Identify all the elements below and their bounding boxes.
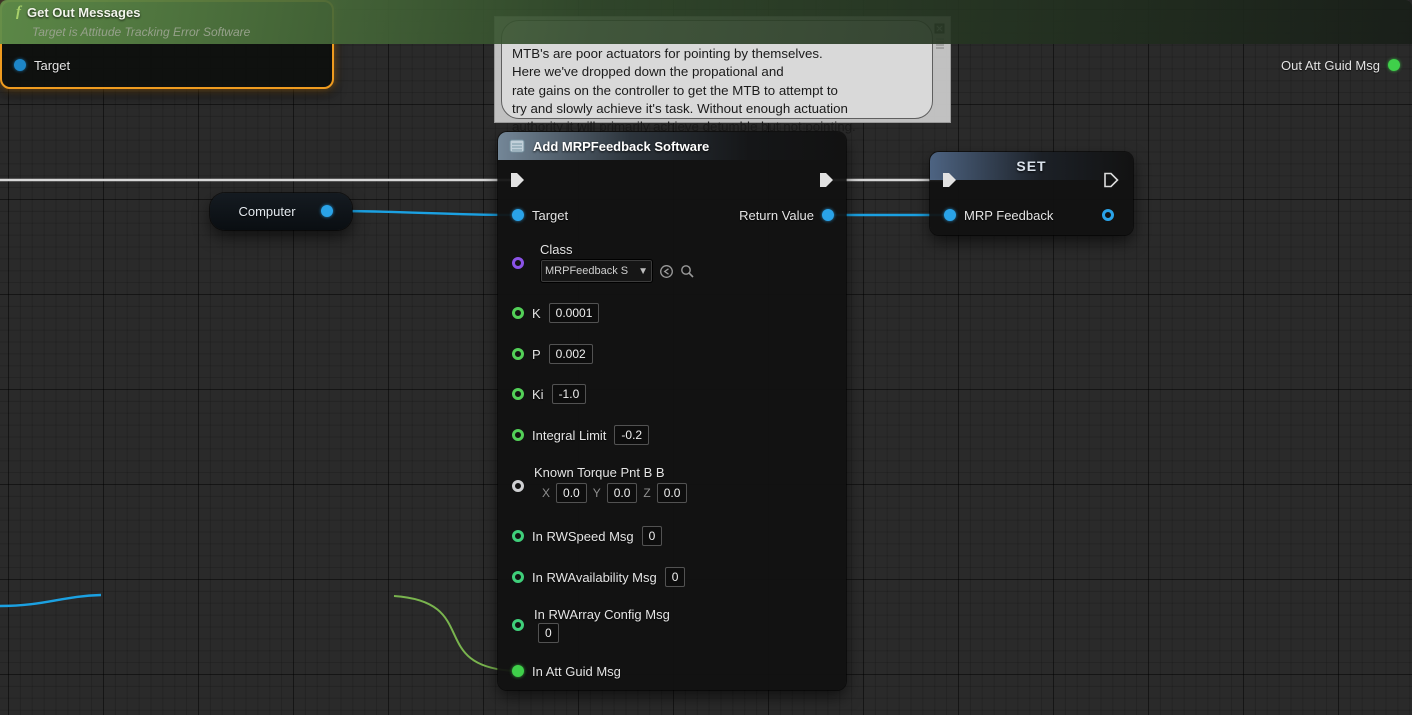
att-guid-label: In Att Guid Msg: [532, 664, 621, 679]
computer-output-pin[interactable]: [321, 205, 333, 217]
blueprint-graph-canvas[interactable]: MTB's are poor actuators for pointing by…: [0, 0, 1412, 715]
out-att-guid-label: Out Att Guid Msg: [1281, 58, 1380, 73]
att-guid-pin[interactable]: [512, 665, 524, 677]
rwspeed-label: In RWSpeed Msg: [532, 529, 634, 544]
get-target-pin[interactable]: [14, 59, 26, 71]
get-node-subtitle: Target is Attitude Tracking Error Softwa…: [32, 25, 250, 39]
add-mrpfeedback-node[interactable]: Add MRPFeedback Software Target Return V…: [498, 132, 846, 690]
chevron-down-icon: ▼: [638, 266, 648, 277]
pure-function-icon: f: [16, 4, 21, 21]
set-node[interactable]: SET MRP Feedback: [930, 152, 1133, 235]
class-pin[interactable]: [512, 257, 524, 269]
k-input[interactable]: 0.0001: [549, 303, 600, 323]
k-label: K: [532, 306, 541, 321]
torque-x-label: X: [542, 486, 550, 500]
set-exec-out-pin[interactable]: [1103, 172, 1119, 188]
ki-pin[interactable]: [512, 388, 524, 400]
add-node-title: Add MRPFeedback Software: [533, 139, 709, 154]
rwarray-config-pin[interactable]: [512, 619, 524, 631]
known-torque-pin[interactable]: [512, 480, 524, 492]
set-input-pin[interactable]: [944, 209, 956, 221]
set-node-title: SET: [1016, 158, 1046, 174]
rwavailability-input[interactable]: 0: [665, 567, 686, 587]
use-selected-asset-icon[interactable]: [659, 264, 674, 279]
integral-limit-label: Integral Limit: [532, 428, 606, 443]
exec-out-pin[interactable]: [818, 172, 834, 188]
computer-to-target-wire[interactable]: [331, 211, 515, 215]
torque-z-input[interactable]: 0.0: [657, 483, 688, 503]
get-node-title: Get Out Messages: [27, 5, 140, 20]
set-output-pin[interactable]: [1102, 209, 1114, 221]
ki-input[interactable]: -1.0: [552, 384, 587, 404]
computer-node-label: Computer: [210, 193, 324, 230]
p-pin[interactable]: [512, 348, 524, 360]
torque-z-label: Z: [643, 486, 650, 500]
k-pin[interactable]: [512, 307, 524, 319]
p-label: P: [532, 347, 541, 362]
out-att-guid-pin[interactable]: [1388, 59, 1400, 71]
integral-limit-pin[interactable]: [512, 429, 524, 441]
add-node-header[interactable]: Add MRPFeedback Software: [498, 132, 846, 160]
torque-y-label: Y: [593, 486, 601, 500]
integral-limit-input[interactable]: -0.2: [614, 425, 649, 445]
rwavailability-label: In RWAvailability Msg: [532, 570, 657, 585]
target-label: Target: [532, 208, 568, 223]
rwavailability-pin[interactable]: [512, 571, 524, 583]
browse-asset-icon[interactable]: [680, 264, 695, 279]
torque-x-input[interactable]: 0.0: [556, 483, 587, 503]
return-value-label: Return Value: [739, 208, 814, 223]
target-in-wire[interactable]: [0, 595, 101, 606]
get-target-label: Target: [34, 58, 70, 73]
return-value-pin[interactable]: [822, 209, 834, 221]
function-grid-icon: [509, 138, 525, 154]
rwarray-config-label: In RWArray Config Msg: [534, 607, 670, 622]
rwarray-config-input[interactable]: 0: [538, 623, 559, 643]
torque-y-input[interactable]: 0.0: [607, 483, 638, 503]
attguid-wire[interactable]: [394, 596, 514, 671]
tooltip-text: MTB's are poor actuators for pointing by…: [512, 46, 856, 134]
known-torque-label: Known Torque Pnt B B: [534, 465, 665, 480]
class-dropdown-value: MRPFeedback S: [545, 265, 636, 277]
class-dropdown[interactable]: MRPFeedback S ▼: [540, 259, 653, 283]
rwspeed-pin[interactable]: [512, 530, 524, 542]
class-label: Class: [540, 242, 573, 257]
computer-variable-node[interactable]: Computer: [210, 193, 352, 230]
set-exec-in-pin[interactable]: [941, 172, 957, 188]
exec-in-pin[interactable]: [509, 172, 525, 188]
target-pin[interactable]: [512, 209, 524, 221]
p-input[interactable]: 0.002: [549, 344, 593, 364]
set-variable-label: MRP Feedback: [964, 208, 1053, 223]
rwspeed-input[interactable]: 0: [642, 526, 663, 546]
ki-label: Ki: [532, 387, 544, 402]
